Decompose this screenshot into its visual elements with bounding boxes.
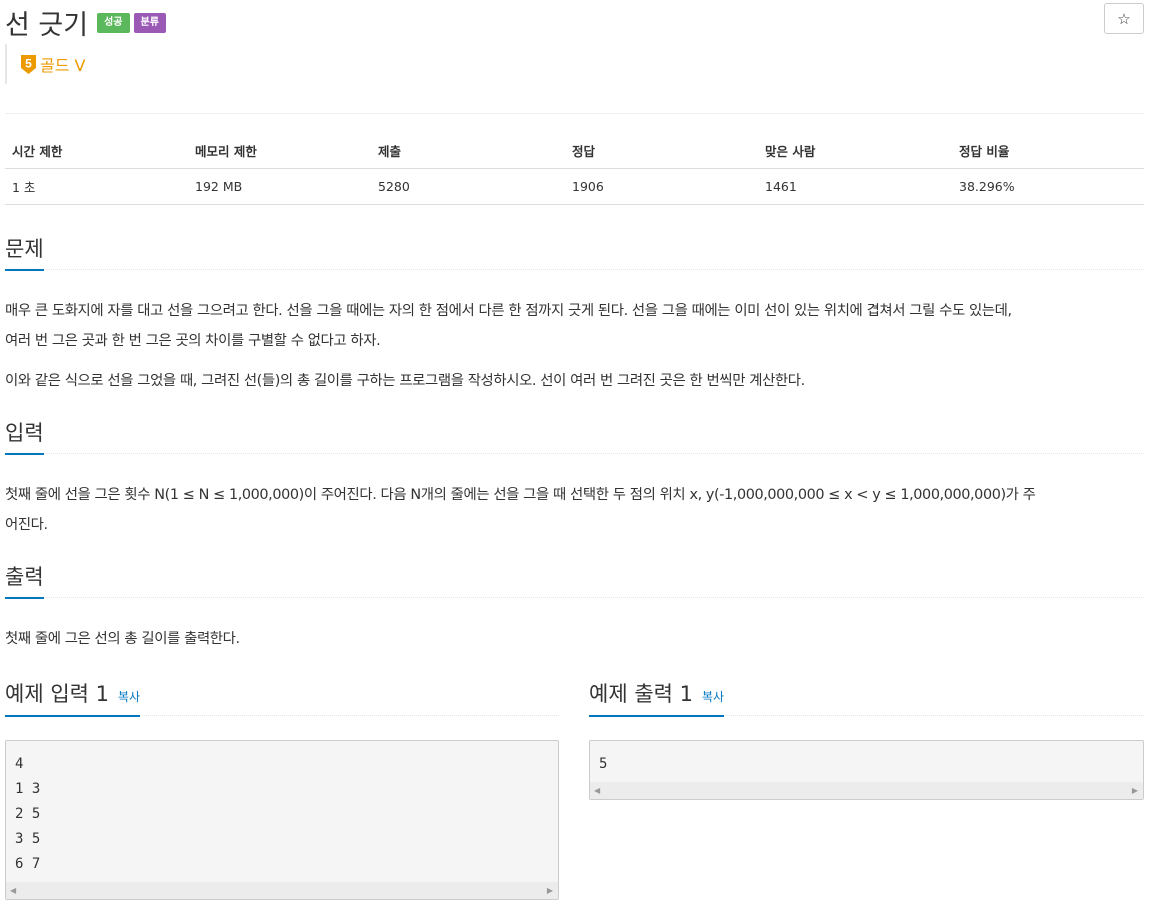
sample-input-box: 4 1 3 2 5 3 5 6 7 ◀ ▶ [5, 740, 559, 900]
header-time-limit: 시간 제한 [5, 134, 188, 169]
status-badge-success: 성공 [97, 13, 130, 33]
header-accepted: 정답 [565, 134, 758, 169]
input-text-line: 어진다. [5, 517, 48, 533]
sample-output-title: 예제 출력 1 [589, 682, 693, 706]
horizontal-scrollbar[interactable]: ◀ ▶ [590, 782, 1143, 799]
favorite-star-button[interactable]: ☆ [1104, 3, 1144, 34]
header-submissions: 제출 [371, 134, 565, 169]
sample-output-box: 5 ◀ ▶ [589, 740, 1144, 800]
header-solved-users: 맞은 사람 [758, 134, 952, 169]
sample-input-title-wrap: 예제 입력 1 복사 [5, 678, 141, 717]
problem-section-title: 문제 [5, 233, 44, 271]
sample-output-title-wrap: 예제 출력 1 복사 [589, 678, 725, 717]
output-text-line: 첫째 줄에 그은 선의 총 길이를 출력한다. [5, 631, 240, 647]
header-accept-ratio: 정답 비율 [952, 134, 1144, 169]
tier-label: 골드 V [40, 56, 86, 75]
output-section-title: 출력 [5, 561, 44, 599]
sample-output-content: 5 [599, 756, 608, 772]
problem-text-line: 여러 번 그은 곳과 한 번 그은 곳의 차이를 구별할 수 없다고 하자. [5, 333, 381, 349]
copy-sample-input-link[interactable]: 복사 [118, 688, 140, 705]
input-description: 첫째 줄에 선을 그은 횟수 N(1 ≤ N ≤ 1,000,000)이 주어진… [5, 480, 1144, 540]
problem-text-line: 이와 같은 식으로 선을 그었을 때, 그려진 선(들)의 총 길이를 구하는 … [5, 373, 805, 389]
scroll-left-icon[interactable]: ◀ [10, 886, 16, 895]
scroll-right-icon[interactable]: ▶ [547, 886, 553, 895]
table-row: 1 초 192 MB 5280 1906 1461 38.296% [5, 168, 1144, 205]
accept-ratio-value: 38.296% [952, 168, 1144, 205]
output-description: 첫째 줄에 그은 선의 총 길이를 출력한다. [5, 624, 1144, 654]
input-text-line: 첫째 줄에 선을 그은 횟수 N(1 ≤ N ≤ 1,000,000)이 주어진… [5, 487, 1036, 503]
header-memory-limit: 메모리 제한 [188, 134, 371, 169]
input-section-title: 입력 [5, 417, 44, 455]
copy-sample-output-link[interactable]: 복사 [702, 688, 724, 705]
problem-description: 매우 큰 도화지에 자를 대고 선을 그으려고 한다. 선을 그을 때에는 자의… [5, 296, 1144, 396]
table-header-row: 시간 제한 메모리 제한 제출 정답 맞은 사람 정답 비율 [5, 134, 1144, 169]
time-limit-value: 1 초 [5, 168, 188, 205]
problem-info-table: 시간 제한 메모리 제한 제출 정답 맞은 사람 정답 비율 1 초 192 M… [5, 134, 1144, 205]
output-section-header: 출력 [5, 558, 1144, 599]
sample-input-content: 4 1 3 2 5 3 5 6 7 [15, 756, 41, 872]
sample-input-title: 예제 입력 1 [5, 682, 109, 706]
sample-output-header: 예제 출력 1 복사 [589, 672, 1144, 717]
accepted-value[interactable]: 1906 [565, 168, 758, 205]
horizontal-scrollbar[interactable]: ◀ ▶ [6, 882, 558, 899]
tier-number: 5 [25, 56, 32, 70]
input-section-header: 입력 [5, 414, 1144, 455]
problem-section-header: 문제 [5, 230, 1144, 271]
tier-indicator[interactable]: 5 골드 V [5, 44, 85, 84]
problem-header: 선 긋기 성공 분류 [5, 4, 166, 41]
sample-input-header: 예제 입력 1 복사 [5, 672, 559, 717]
solved-users-value[interactable]: 1461 [758, 168, 952, 205]
problem-text-line: 매우 큰 도화지에 자를 대고 선을 그으려고 한다. 선을 그을 때에는 자의… [5, 303, 1012, 319]
category-badge[interactable]: 분류 [133, 13, 166, 33]
problem-title: 선 긋기 [5, 9, 89, 41]
scroll-right-icon[interactable]: ▶ [1132, 786, 1138, 795]
divider [5, 113, 1144, 114]
star-icon: ☆ [1117, 9, 1131, 28]
gold-tier-icon: 5 [21, 54, 36, 74]
submissions-value[interactable]: 5280 [371, 168, 565, 205]
scroll-left-icon[interactable]: ◀ [594, 786, 600, 795]
memory-limit-value: 192 MB [188, 168, 371, 205]
